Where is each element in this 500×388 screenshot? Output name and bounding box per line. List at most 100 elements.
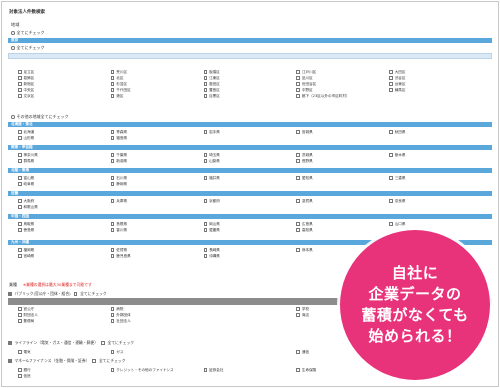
checkbox-option[interactable]: 銀行 <box>18 368 111 372</box>
checkbox-icon[interactable] <box>389 153 393 157</box>
checkbox-icon[interactable] <box>389 82 393 86</box>
checkbox-option[interactable]: 信託 <box>18 374 111 378</box>
checkbox-option[interactable]: 証券会社 <box>203 368 297 372</box>
checkbox-option[interactable]: 山梨県 <box>203 159 297 163</box>
checkbox-icon[interactable] <box>203 70 208 74</box>
checkbox-icon[interactable] <box>18 350 22 354</box>
checkbox-option[interactable]: 高知県 <box>296 228 389 232</box>
region-block-band[interactable]: 北海道・東北 <box>8 122 492 127</box>
public-head[interactable]: パブリック(官公庁・団体・組合) 全てにチェック <box>8 291 107 297</box>
checkbox-icon[interactable] <box>18 199 22 203</box>
checkbox-option[interactable]: 岡山県 <box>203 222 297 226</box>
checkbox-option[interactable]: 荒川区 <box>110 70 204 74</box>
checkbox-icon[interactable] <box>110 130 115 134</box>
checkbox-option[interactable]: 新潟県 <box>110 159 204 163</box>
checkbox-option[interactable]: 山形県 <box>18 136 111 140</box>
checkbox-icon[interactable] <box>18 222 22 226</box>
region-block-band[interactable]: 近畿 <box>8 191 492 196</box>
checkbox-icon[interactable] <box>110 222 115 226</box>
checkbox-option[interactable]: 京都府 <box>203 199 297 203</box>
checkbox-option[interactable]: 江東区 <box>203 76 297 80</box>
checkbox-option[interactable]: 佐賀県 <box>110 248 204 252</box>
toggle-icon[interactable] <box>8 359 12 363</box>
checkbox-option[interactable]: 群馬県 <box>18 159 111 163</box>
checkbox-icon[interactable] <box>18 130 22 134</box>
checkbox-icon[interactable] <box>296 159 300 163</box>
checkbox-option[interactable]: 北海道 <box>18 130 111 134</box>
checkbox-option[interactable]: 中野区 <box>296 88 389 92</box>
checkbox-icon[interactable] <box>203 248 208 252</box>
checkbox-icon[interactable] <box>203 94 208 98</box>
checkbox-icon[interactable] <box>296 307 300 311</box>
checkbox-option[interactable]: 沖縄県 <box>203 254 297 258</box>
checkbox-icon[interactable] <box>296 70 300 74</box>
checkbox-option[interactable]: 江戸川区 <box>296 70 389 74</box>
checkbox-icon[interactable] <box>389 76 393 80</box>
checkbox-option[interactable]: 青森県 <box>110 130 204 134</box>
radio-icon[interactable] <box>11 46 15 50</box>
checkbox-icon[interactable] <box>389 130 393 134</box>
checkbox-icon[interactable] <box>389 176 393 180</box>
checkbox-option[interactable]: 徳島県 <box>18 228 111 232</box>
checkbox-icon[interactable] <box>110 153 115 157</box>
checkbox-option[interactable]: 北区 <box>110 76 204 80</box>
checkbox-icon[interactable] <box>18 374 22 378</box>
checkbox-option[interactable]: 茨城県 <box>296 153 389 157</box>
checkbox-icon[interactable] <box>18 319 22 323</box>
checkbox-option[interactable]: 愛知県 <box>296 176 389 180</box>
finance-head[interactable]: マネー&ファイナンス（金融・保険・証券） 全てにチェック <box>8 358 126 364</box>
checkbox-option[interactable]: 福岡県 <box>18 248 111 252</box>
checkbox-option[interactable]: 目黒区 <box>203 94 297 98</box>
checkbox-icon[interactable] <box>18 368 22 372</box>
checkbox-icon[interactable] <box>203 176 208 180</box>
checkbox-icon[interactable] <box>296 313 300 317</box>
checkbox-option[interactable]: クレジット・その他のファイナンス <box>110 368 204 372</box>
checkbox-option[interactable]: 埼玉県 <box>203 153 297 157</box>
checkbox-icon[interactable] <box>296 130 300 134</box>
checkbox-icon[interactable] <box>203 228 208 232</box>
checkbox-icon[interactable] <box>18 182 22 186</box>
checkbox-option[interactable]: 板橋区 <box>203 70 297 74</box>
checkbox-option[interactable]: 新宿区 <box>18 82 111 86</box>
checkbox-option[interactable]: 石川県 <box>110 176 204 180</box>
checkbox-icon[interactable] <box>18 94 22 98</box>
checkbox-icon[interactable] <box>296 350 300 354</box>
checkbox-option[interactable]: 福井県 <box>203 176 297 180</box>
checkbox-option[interactable]: 鹿児島県 <box>110 254 204 258</box>
checkbox-icon[interactable] <box>296 88 300 92</box>
checkbox-option[interactable]: 広島県 <box>296 222 389 226</box>
checkbox-icon[interactable] <box>18 228 22 232</box>
checkbox-icon[interactable] <box>110 176 115 180</box>
checkbox-icon[interactable] <box>296 176 300 180</box>
checkbox-icon[interactable] <box>203 254 208 258</box>
region-block-band[interactable]: 中国・四国 <box>8 214 492 219</box>
checkbox-icon[interactable] <box>203 153 208 157</box>
checkbox-icon[interactable] <box>296 94 300 98</box>
checkbox-option[interactable]: 世田谷区 <box>296 82 389 86</box>
region-block-band[interactable]: 関東・甲信越 <box>8 145 492 150</box>
checkbox-option[interactable]: 愛媛県 <box>203 228 297 232</box>
checkbox-icon[interactable] <box>296 228 300 232</box>
checkbox-icon[interactable] <box>203 130 208 134</box>
checkbox-icon[interactable] <box>18 248 22 252</box>
checkbox-icon[interactable] <box>18 205 22 209</box>
other-regions-select-all[interactable]: その他の地域全てにチェック <box>11 114 69 120</box>
checkbox-option[interactable]: 葛飾区 <box>18 76 111 80</box>
checkbox-option[interactable]: 長崎県 <box>203 248 297 252</box>
checkbox-option[interactable]: 中央区 <box>18 88 111 92</box>
checkbox-option[interactable]: 福島県 <box>110 136 204 140</box>
checkbox-icon[interactable] <box>110 159 115 163</box>
checkbox-icon[interactable] <box>110 228 115 232</box>
checkbox-icon[interactable] <box>18 254 22 258</box>
checkbox-option[interactable]: 大田区 <box>389 70 482 74</box>
checkbox-option[interactable]: 外郭団体 <box>110 313 204 317</box>
checkbox-icon[interactable] <box>73 292 78 296</box>
tokyo-select-all[interactable]: 全てにチェック <box>11 45 45 51</box>
checkbox-icon[interactable] <box>101 341 105 345</box>
checkbox-icon[interactable] <box>110 368 115 372</box>
checkbox-icon[interactable] <box>18 136 22 140</box>
checkbox-option[interactable]: 鳥取県 <box>18 222 111 226</box>
checkbox-option[interactable]: 長野県 <box>296 159 389 163</box>
checkbox-icon[interactable] <box>203 76 208 80</box>
checkbox-icon[interactable] <box>110 248 115 252</box>
